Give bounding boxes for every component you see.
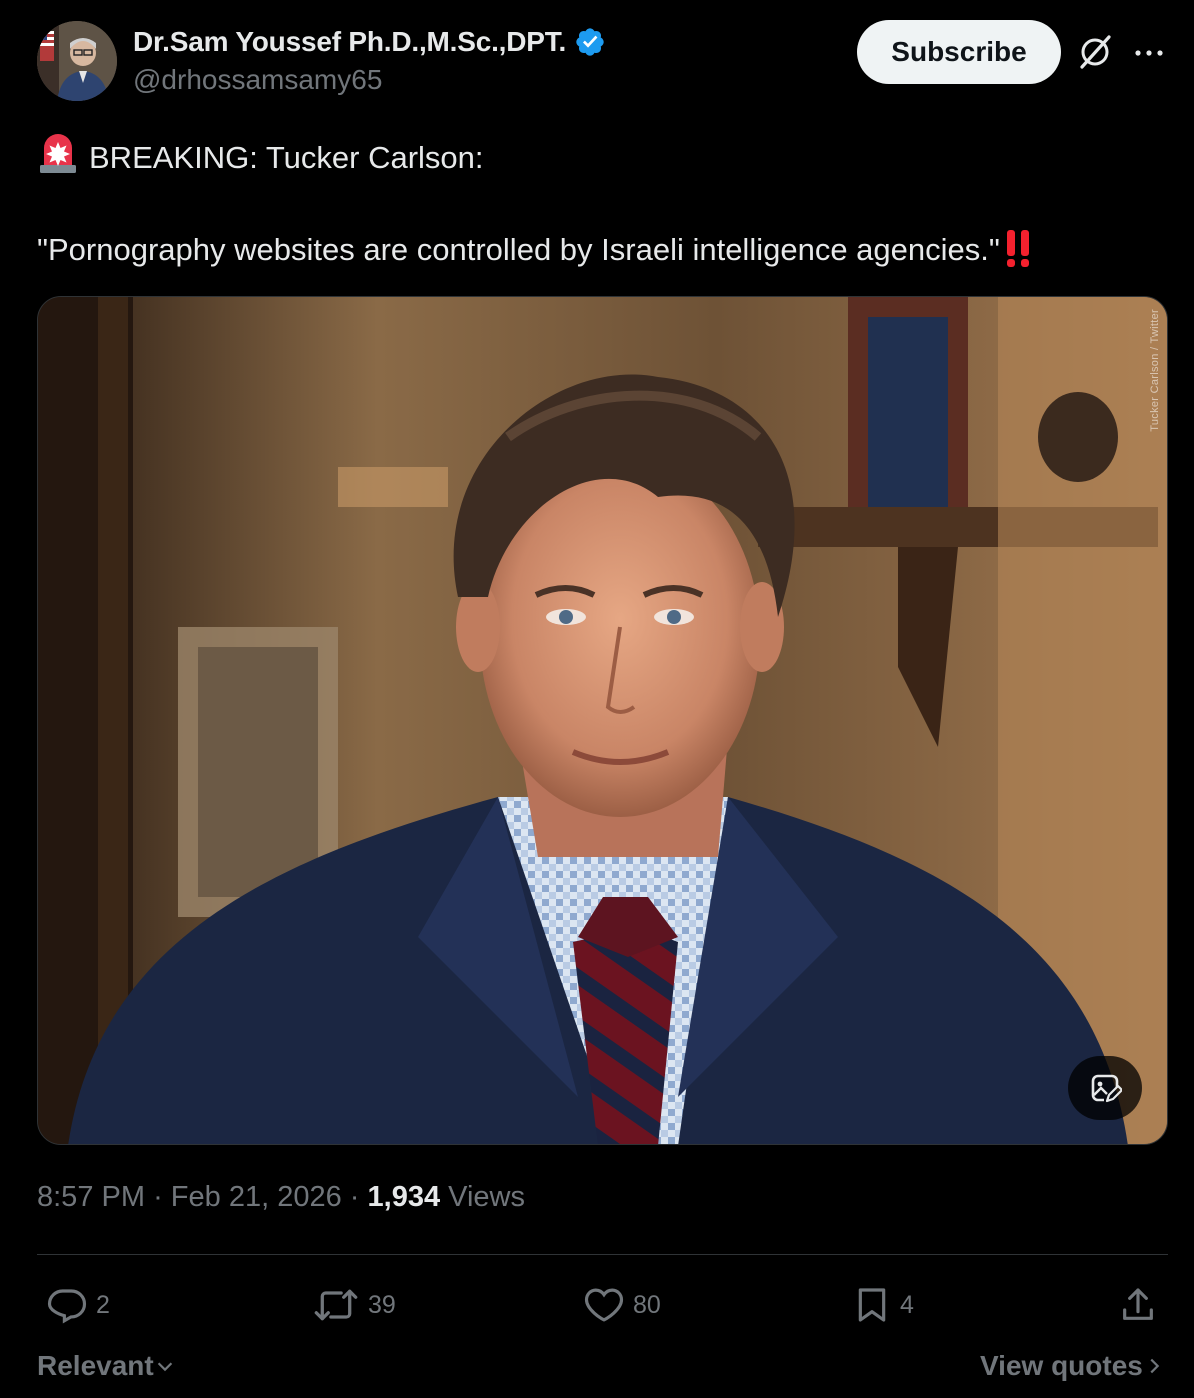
author-handle[interactable]: @drhossamsamy65 (133, 64, 382, 96)
grok-icon[interactable] (1076, 33, 1114, 71)
reply-count: 2 (96, 1290, 110, 1319)
subscribe-button[interactable]: Subscribe (857, 20, 1061, 84)
repost-icon (314, 1289, 358, 1321)
author-avatar[interactable] (37, 21, 117, 101)
repost-button[interactable]: 39 (312, 1284, 396, 1326)
heart-icon (584, 1288, 624, 1322)
reply-sort-label: Relevant (37, 1350, 154, 1381)
view-quotes-link[interactable]: View quotes (980, 1350, 1165, 1382)
meta-separator: · (349, 1181, 360, 1213)
image-edit-button[interactable] (1068, 1056, 1142, 1120)
media-watermark: Tucker Carlson / Twitter (1149, 309, 1161, 432)
tweet-date[interactable]: Feb 21, 2026 (171, 1181, 342, 1213)
chevron-right-icon (1150, 1358, 1160, 1374)
verified-badge-icon (576, 28, 604, 56)
divider (37, 1254, 1168, 1255)
tweet-text-line-2: "Pornography websites are controlled by … (37, 228, 1034, 268)
views-label: Views (448, 1181, 525, 1213)
bookmark-icon (858, 1288, 886, 1322)
tweet-line-2-text: "Pornography websites are controlled by … (37, 232, 1000, 267)
like-count: 80 (633, 1290, 661, 1319)
bookmark-count: 4 (900, 1290, 914, 1319)
reply-button[interactable]: 2 (46, 1284, 110, 1326)
share-icon[interactable] (1118, 1285, 1158, 1325)
double-exclamation-icon (1006, 230, 1029, 267)
tweet-text-line-1: BREAKING: Tucker Carlson: (37, 134, 484, 176)
bookmark-button[interactable]: 4 (852, 1284, 914, 1326)
views-count: 1,934 (367, 1181, 441, 1213)
tweet-time[interactable]: 8:57 PM (37, 1181, 145, 1213)
like-button[interactable]: 80 (583, 1284, 661, 1326)
reply-icon (47, 1289, 87, 1324)
tweet-media-photo[interactable]: Tucker Carlson / Twitter (37, 296, 1168, 1145)
repost-count: 39 (368, 1290, 396, 1319)
reply-sort-dropdown[interactable]: Relevant (37, 1350, 176, 1382)
image-edit-icon (1091, 1074, 1122, 1103)
tweet-line-1-text: BREAKING: Tucker Carlson: (89, 140, 484, 175)
meta-separator: · (153, 1181, 163, 1213)
author-display-name[interactable]: Dr.Sam Youssef Ph.D.,M.Sc.,DPT. (133, 26, 566, 58)
police-siren-icon (40, 134, 76, 173)
view-quotes-label: View quotes (980, 1350, 1143, 1381)
chevron-down-icon (157, 1362, 172, 1372)
tweet-meta: 8:57 PM · Feb 21, 2026 · 1,934 Views (37, 1181, 525, 1214)
more-icon[interactable] (1132, 36, 1166, 70)
